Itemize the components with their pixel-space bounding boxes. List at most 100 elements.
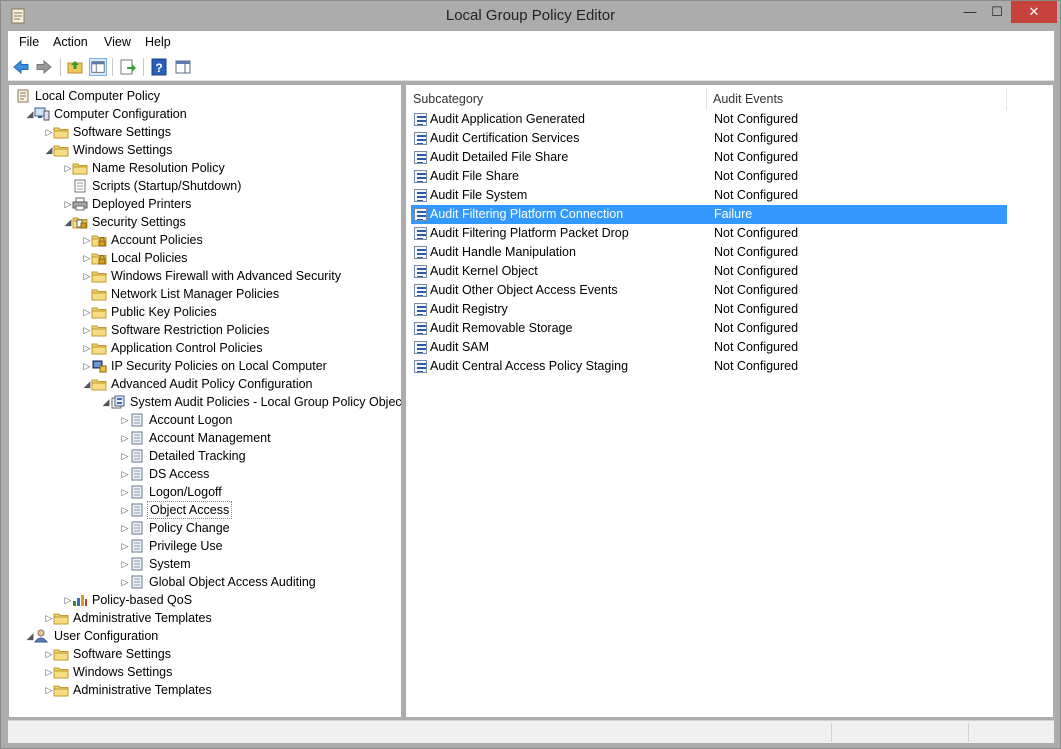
subcategory-cell: Audit Kernel Object <box>430 264 538 278</box>
tree-item[interactable]: ▷ Software Restriction Policies <box>9 321 399 339</box>
tree-item[interactable]: ▷ Administrative Templates <box>9 609 399 627</box>
list-item[interactable]: Audit Filtering Platform Connection Failu… <box>411 205 1007 224</box>
tree-item-label: Logon/Logoff <box>149 485 222 499</box>
list-item[interactable]: Audit Certification Services Not Configur… <box>411 129 1007 148</box>
close-button[interactable]: ✕ <box>1011 1 1057 23</box>
tree-item[interactable]: ▷ Logon/Logoff <box>9 483 399 501</box>
tree-item-label: Software Settings <box>73 647 171 661</box>
tree-item-label: Application Control Policies <box>111 341 263 355</box>
list-item[interactable]: Audit Kernel Object Not Configured <box>411 262 1007 281</box>
tree-item[interactable]: ▷ Account Policies <box>9 231 399 249</box>
tree-item-label: Privilege Use <box>149 539 223 553</box>
tree-item[interactable]: ▷ Local Policies <box>9 249 399 267</box>
tree-item[interactable]: Local Computer Policy <box>9 87 399 105</box>
tree-item-label: System <box>149 557 191 571</box>
list-item[interactable]: Audit Removable Storage Not Configured <box>411 319 1007 338</box>
tree-item[interactable]: ▷ Privilege Use <box>9 537 399 555</box>
console-tree-pane: Local Computer Policy ◢ Computer Configura… <box>8 84 402 718</box>
audit-setting-icon <box>414 360 427 373</box>
tree-item[interactable]: ◢ User Configuration <box>9 627 399 645</box>
tree-item[interactable]: ◢ System Audit Policies - Local Group Pol… <box>9 393 401 411</box>
tree-item[interactable]: ▷ Public Key Policies <box>9 303 399 321</box>
maximize-button[interactable]: ☐ <box>984 1 1010 23</box>
tree-item[interactable]: Scripts (Startup/Shutdown) <box>9 177 399 195</box>
list-item[interactable]: Audit Detailed File Share Not Configured <box>411 148 1007 167</box>
tree-item[interactable]: ▷ Policy-based QoS <box>9 591 399 609</box>
tree-item[interactable]: ▷ Administrative Templates <box>9 681 399 699</box>
show-hide-tree-icon[interactable] <box>89 58 107 76</box>
help-icon[interactable]: ? <box>150 58 168 76</box>
locked-folder-icon <box>91 233 107 247</box>
folder-icon <box>72 161 88 175</box>
subcategory-cell: Audit Certification Services <box>430 131 580 145</box>
tree-item[interactable]: ▷ Account Management <box>9 429 399 447</box>
tree-item[interactable]: ▷ Software Settings <box>9 123 399 141</box>
subcategory-cell: Audit Handle Manipulation <box>430 245 576 259</box>
audit-setting-icon <box>414 246 427 259</box>
tree-item-label: Network List Manager Policies <box>111 287 280 301</box>
tree-item[interactable]: ▷ Software Settings <box>9 645 399 663</box>
minimize-button[interactable]: — <box>957 1 983 23</box>
qos-chart-icon <box>72 593 88 607</box>
folder-icon <box>91 269 107 283</box>
tree-item-label: Deployed Printers <box>92 197 192 211</box>
audit-events-cell: Not Configured <box>714 188 799 202</box>
menu-action[interactable]: Action <box>53 35 88 49</box>
list-item[interactable]: Audit Handle Manipulation Not Configured <box>411 243 1007 262</box>
tree-item[interactable]: ▷ Object Access <box>9 501 399 519</box>
menu-view[interactable]: View <box>104 35 131 49</box>
list-item[interactable]: Audit Other Object Access Events Not Conf… <box>411 281 1007 300</box>
tree-item[interactable]: ▷ Policy Change <box>9 519 399 537</box>
menu-file[interactable]: File <box>19 35 39 49</box>
tree-item[interactable]: ▷ DS Access <box>9 465 399 483</box>
audit-events-cell: Not Configured <box>714 340 799 354</box>
menu-help[interactable]: Help <box>145 35 171 49</box>
tree-item[interactable]: Network List Manager Policies <box>9 285 399 303</box>
tree-item[interactable]: ▷ Detailed Tracking <box>9 447 399 465</box>
tree-item[interactable]: ▷ Application Control Policies <box>9 339 399 357</box>
show-action-pane-icon[interactable] <box>174 58 192 76</box>
tree-item-label: Policy-based QoS <box>92 593 193 607</box>
subcategory-cell: Audit Removable Storage <box>430 321 573 335</box>
subcategory-cell: Audit Application Generated <box>430 112 585 126</box>
tree-item[interactable]: ◢ Windows Settings <box>9 141 399 159</box>
audit-category-icon <box>129 485 145 499</box>
forward-arrow-icon[interactable] <box>35 58 53 76</box>
tree-item-label: Local Computer Policy <box>35 89 161 103</box>
up-folder-icon[interactable] <box>66 58 84 76</box>
tree-item[interactable]: ▷ IP Security Policies on Local Computer <box>9 357 399 375</box>
audit-category-icon <box>129 575 145 589</box>
tree-item[interactable]: ▷ Windows Firewall with Advanced Security <box>9 267 399 285</box>
list-item[interactable]: Audit Central Access Policy Staging Not C… <box>411 357 1007 376</box>
tree-item[interactable]: ◢ Computer Configuration <box>9 105 399 123</box>
list-item[interactable]: Audit File Share Not Configured <box>411 167 1007 186</box>
audit-category-icon <box>129 431 145 445</box>
audit-events-cell: Not Configured <box>714 150 799 164</box>
tree-item[interactable]: ▷ Windows Settings <box>9 663 399 681</box>
audit-setting-icon <box>414 227 427 240</box>
list-item[interactable]: Audit Application Generated Not Configure… <box>411 110 1007 129</box>
tree-item[interactable]: ▷ Global Object Access Auditing <box>9 573 399 591</box>
tree-item[interactable]: ▷ Account Logon <box>9 411 399 429</box>
title-bar[interactable]: Local Group Policy Editor — ☐ ✕ <box>1 1 1060 31</box>
audit-setting-icon <box>414 208 427 221</box>
script-icon <box>72 179 88 193</box>
tree-item[interactable]: ◢ Security Settings <box>9 213 399 231</box>
tree-item[interactable]: ▷ Deployed Printers <box>9 195 399 213</box>
tree-item[interactable]: ▷ Name Resolution Policy <box>9 159 399 177</box>
list-item[interactable]: Audit Filtering Platform Packet Drop Not … <box>411 224 1007 243</box>
list-item[interactable]: Audit File System Not Configured <box>411 186 1007 205</box>
list-item[interactable]: Audit Registry Not Configured <box>411 300 1007 319</box>
tree-item[interactable]: ◢ Advanced Audit Policy Configuration <box>9 375 399 393</box>
export-list-icon[interactable] <box>119 58 137 76</box>
tree-item[interactable]: ▷ System <box>9 555 399 573</box>
back-arrow-icon[interactable] <box>12 58 30 76</box>
column-header-audit-events[interactable]: Audit Events <box>713 88 783 110</box>
security-settings-icon <box>72 215 88 229</box>
tree-item-label: Software Restriction Policies <box>111 323 270 337</box>
column-header-subcategory[interactable]: Subcategory <box>413 88 483 110</box>
status-bar <box>8 720 1054 743</box>
list-item[interactable]: Audit SAM Not Configured <box>411 338 1007 357</box>
tree-item-label: IP Security Policies on Local Computer <box>111 359 327 373</box>
app-window: Local Group Policy Editor — ☐ ✕ File Act… <box>0 0 1061 749</box>
